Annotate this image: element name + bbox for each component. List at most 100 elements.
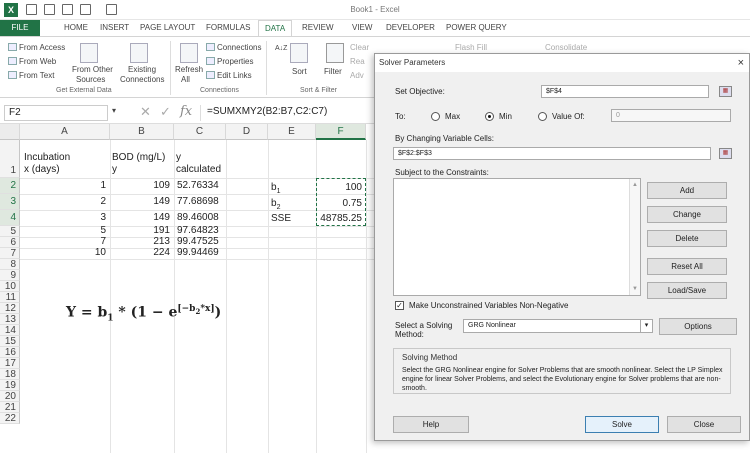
cell-a1-line2[interactable]: x (days) (24, 164, 60, 176)
column-header-d[interactable]: D (226, 124, 268, 140)
row-header-7[interactable]: 7 (0, 248, 20, 259)
row-header-14[interactable]: 14 (0, 325, 20, 336)
select-all-corner[interactable] (0, 124, 20, 140)
value-of-input[interactable]: 0 (611, 109, 731, 122)
from-access-button[interactable]: From Access (8, 43, 65, 52)
from-web-button[interactable]: From Web (8, 57, 56, 66)
row-header-4[interactable]: 4 (0, 210, 20, 226)
refresh-icon[interactable] (180, 43, 198, 63)
column-header-a[interactable]: A (20, 124, 110, 140)
set-objective-input[interactable]: $F$4 (541, 85, 709, 98)
cell-b4[interactable]: 149 (110, 212, 170, 224)
column-header-c[interactable]: C (174, 124, 226, 140)
row-header-2[interactable]: 2 (0, 178, 20, 194)
changing-cells-input[interactable]: $F$2:$F$3 (393, 147, 711, 160)
cell-c1-line1[interactable]: y (176, 152, 181, 164)
load-save-button[interactable]: Load/Save (647, 282, 727, 299)
cell-c1-line2[interactable]: calculated (176, 164, 221, 176)
value-of-radio[interactable] (538, 112, 547, 121)
row-header-21[interactable]: 21 (0, 402, 20, 413)
connections-button[interactable]: Connections (206, 43, 261, 52)
row-header-18[interactable]: 18 (0, 369, 20, 380)
row-header-8[interactable]: 8 (0, 259, 20, 270)
column-header-b[interactable]: B (110, 124, 174, 140)
formula-input[interactable]: =SUMXMY2(B2:B7,C2:C7) (200, 105, 372, 121)
scroll-up-icon[interactable]: ▲ (632, 182, 638, 188)
column-header-e[interactable]: E (268, 124, 316, 140)
objective-collapse-icon[interactable]: ▦ (719, 86, 732, 97)
chevron-down-icon[interactable]: ▾ (640, 320, 652, 332)
edit-links-button[interactable]: Edit Links (206, 71, 252, 80)
row-header-3[interactable]: 3 (0, 194, 20, 210)
changing-cells-collapse-icon[interactable]: ▦ (719, 148, 732, 159)
row-header-16[interactable]: 16 (0, 347, 20, 358)
row-header-17[interactable]: 17 (0, 358, 20, 369)
cell-a7[interactable]: 10 (20, 247, 106, 259)
sort-dialog-icon[interactable] (290, 43, 308, 63)
row-header-13[interactable]: 13 (0, 314, 20, 325)
cell-f3[interactable]: 0.75 (316, 198, 362, 210)
cell-c7[interactable]: 99.94469 (177, 247, 219, 259)
tab-page-layout[interactable]: PAGE LAYOUT (140, 23, 195, 32)
row-header-6[interactable]: 6 (0, 237, 20, 248)
row-header-15[interactable]: 15 (0, 336, 20, 347)
constraints-scrollbar[interactable]: ▲ ▼ (629, 179, 640, 295)
cell-f4[interactable]: 48785.25 (316, 213, 362, 225)
row-header-11[interactable]: 11 (0, 292, 20, 303)
cell-f2[interactable]: 100 (316, 182, 362, 194)
sort-az-icon[interactable]: A↓Z (275, 45, 287, 52)
close-icon[interactable]: × (738, 54, 744, 72)
properties-button[interactable]: Properties (206, 57, 253, 66)
row-header-5[interactable]: 5 (0, 226, 20, 237)
tab-home[interactable]: HOME (64, 23, 88, 32)
tab-view[interactable]: VIEW (352, 23, 372, 32)
max-radio[interactable] (431, 112, 440, 121)
help-button[interactable]: Help (393, 416, 469, 433)
worksheet-grid[interactable]: A B C D E F 1 2 3 4 5 6 7 8 9 10 11 12 1… (0, 124, 374, 453)
filter-icon[interactable] (326, 43, 344, 63)
tab-data[interactable]: DATA (258, 20, 293, 37)
insert-function-icon[interactable]: fx (180, 104, 192, 119)
tab-review[interactable]: REVIEW (302, 23, 334, 32)
cell-c4[interactable]: 89.46008 (177, 212, 219, 224)
cell-a2[interactable]: 1 (20, 180, 106, 192)
cell-b3[interactable]: 149 (110, 196, 170, 208)
add-button[interactable]: Add (647, 182, 727, 199)
cell-a1-line1[interactable]: Incubation (24, 152, 70, 164)
delete-button[interactable]: Delete (647, 230, 727, 247)
cell-b7[interactable]: 224 (110, 247, 170, 259)
options-button[interactable]: Options (659, 318, 737, 335)
min-radio[interactable] (485, 112, 494, 121)
advanced-filter-button[interactable]: Adv (350, 71, 364, 80)
consolidate-button[interactable]: Consolidate (545, 43, 587, 52)
row-header-20[interactable]: 20 (0, 391, 20, 402)
flash-fill-button[interactable]: Flash Fill (455, 43, 487, 52)
change-button[interactable]: Change (647, 206, 727, 223)
cell-e3[interactable]: b2 (271, 198, 280, 214)
row-header-10[interactable]: 10 (0, 281, 20, 292)
cell-c3[interactable]: 77.68698 (177, 196, 219, 208)
cell-a4[interactable]: 3 (20, 212, 106, 224)
row-header-9[interactable]: 9 (0, 270, 20, 281)
solve-button[interactable]: Solve (585, 416, 659, 433)
cell-e2[interactable]: b1 (271, 182, 280, 198)
scroll-down-icon[interactable]: ▼ (632, 286, 638, 292)
tab-power-query[interactable]: POWER QUERY (446, 23, 507, 32)
cell-b2[interactable]: 109 (110, 180, 170, 192)
non-negative-checkbox[interactable]: ✓ (395, 301, 404, 310)
reset-all-button[interactable]: Reset All (647, 258, 727, 275)
row-header-1[interactable]: 1 (0, 140, 20, 178)
row-header-19[interactable]: 19 (0, 380, 20, 391)
from-text-button[interactable]: From Text (8, 71, 54, 80)
tab-insert[interactable]: INSERT (100, 23, 129, 32)
constraints-list[interactable]: ▲ ▼ (393, 178, 641, 296)
tab-formulas[interactable]: FORMULAS (206, 23, 250, 32)
cell-c2[interactable]: 52.76334 (177, 180, 219, 192)
close-button[interactable]: Close (667, 416, 741, 433)
row-header-12[interactable]: 12 (0, 303, 20, 314)
from-other-sources-icon[interactable] (80, 43, 98, 63)
solving-method-select[interactable]: GRG Nonlinear ▾ (463, 319, 653, 333)
column-header-f[interactable]: F (316, 124, 366, 140)
cell-e4[interactable]: SSE (271, 213, 291, 225)
tab-file[interactable]: FILE (0, 20, 40, 36)
